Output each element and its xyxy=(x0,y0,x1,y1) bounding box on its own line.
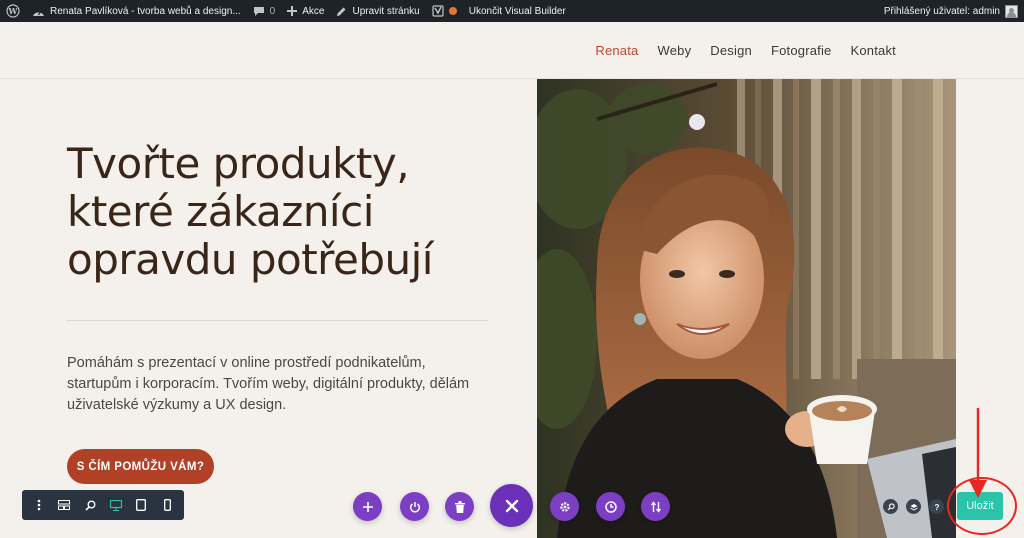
nav-item-renata[interactable]: Renata xyxy=(595,43,638,58)
desktop-view-icon[interactable] xyxy=(106,495,126,515)
wireframe-view-icon[interactable] xyxy=(54,495,74,515)
gear-icon xyxy=(559,501,570,512)
layers-icon[interactable] xyxy=(906,499,921,514)
svg-text:W: W xyxy=(8,6,19,16)
svg-text:?: ? xyxy=(934,503,939,511)
zoom-icon[interactable] xyxy=(80,495,100,515)
site-name: Renata Pavlíková - tvorba webů a design.… xyxy=(50,5,241,17)
nav-item-fotografie[interactable]: Fotografie xyxy=(771,43,832,58)
account-menu[interactable]: Přihlášený uživatel: admin xyxy=(878,0,1024,22)
hero-description: Pomáhám s prezentací v online prostředí … xyxy=(67,355,470,413)
arrows-updown-icon xyxy=(650,500,661,513)
pencil-icon xyxy=(337,7,346,16)
nav-item-weby[interactable]: Weby xyxy=(657,43,691,58)
nav-item-design[interactable]: Design xyxy=(710,43,752,58)
hero-title-line-1: Tvořte produkty, xyxy=(67,139,410,188)
comments-link[interactable]: 0 xyxy=(247,0,282,22)
sort-button[interactable] xyxy=(641,492,670,521)
trash-icon xyxy=(454,500,465,513)
menu-dots-icon[interactable] xyxy=(29,495,49,515)
tablet-view-icon[interactable] xyxy=(131,495,151,515)
builder-view-toolbar xyxy=(22,490,184,520)
clock-icon xyxy=(604,500,617,513)
admin-bar: W Renata Pavlíková - tvorba webů a desig… xyxy=(0,0,1024,22)
new-content-label: Akce xyxy=(302,5,325,17)
avatar xyxy=(1005,4,1018,18)
main-navigation: Renata Weby Design Fotografie Kontakt xyxy=(595,43,896,58)
nav-item-kontakt[interactable]: Kontakt xyxy=(851,43,897,58)
exit-visual-builder-link[interactable]: Ukončit Visual Builder xyxy=(463,0,572,22)
yoast-icon xyxy=(432,5,444,17)
hero-divider xyxy=(67,320,488,321)
edit-page-link[interactable]: Upravit stránku xyxy=(330,0,425,22)
site-header: Renata Weby Design Fotografie Kontakt xyxy=(0,22,1024,79)
dashboard-icon xyxy=(33,10,44,16)
plus-icon xyxy=(362,501,373,512)
exit-visual-builder-label: Ukončit Visual Builder xyxy=(468,5,566,17)
help-icon[interactable]: ? xyxy=(929,499,944,514)
phone-view-icon[interactable] xyxy=(157,495,177,515)
new-content-link[interactable]: Akce xyxy=(281,0,330,22)
cta-button[interactable]: S ČÍM POMŮŽU VÁM? xyxy=(67,449,214,484)
close-builder-button[interactable] xyxy=(490,484,533,527)
clear-layout-button[interactable] xyxy=(445,492,474,521)
hero-photo xyxy=(537,79,956,538)
hero-title: Tvořte produkty, které zákazníci opravdu… xyxy=(67,140,507,284)
account-label: Přihlášený uživatel: admin xyxy=(883,5,1000,17)
comments-count: 0 xyxy=(269,5,276,17)
add-module-button[interactable] xyxy=(353,492,382,521)
close-icon xyxy=(505,499,518,512)
hero-title-line-3: opravdu potřebují xyxy=(67,235,433,284)
yoast-menu[interactable] xyxy=(426,0,463,22)
power-icon xyxy=(409,501,420,512)
page-settings-button[interactable] xyxy=(550,492,579,521)
seo-status-dot xyxy=(448,7,457,15)
hero-title-line-2: které zákazníci xyxy=(67,187,374,236)
portability-button[interactable] xyxy=(400,492,429,521)
search-icon[interactable] xyxy=(883,499,898,514)
plus-icon xyxy=(287,6,298,16)
site-name-link[interactable]: Renata Pavlíková - tvorba webů a design.… xyxy=(26,0,247,22)
edit-page-label: Upravit stránku xyxy=(352,5,420,17)
history-button[interactable] xyxy=(596,492,625,521)
wordpress-logo-icon[interactable]: W xyxy=(0,0,26,22)
annotation-circle xyxy=(947,477,1017,535)
page-canvas: Renata Weby Design Fotografie Kontakt Tv… xyxy=(0,22,1024,538)
comment-icon xyxy=(253,6,264,16)
